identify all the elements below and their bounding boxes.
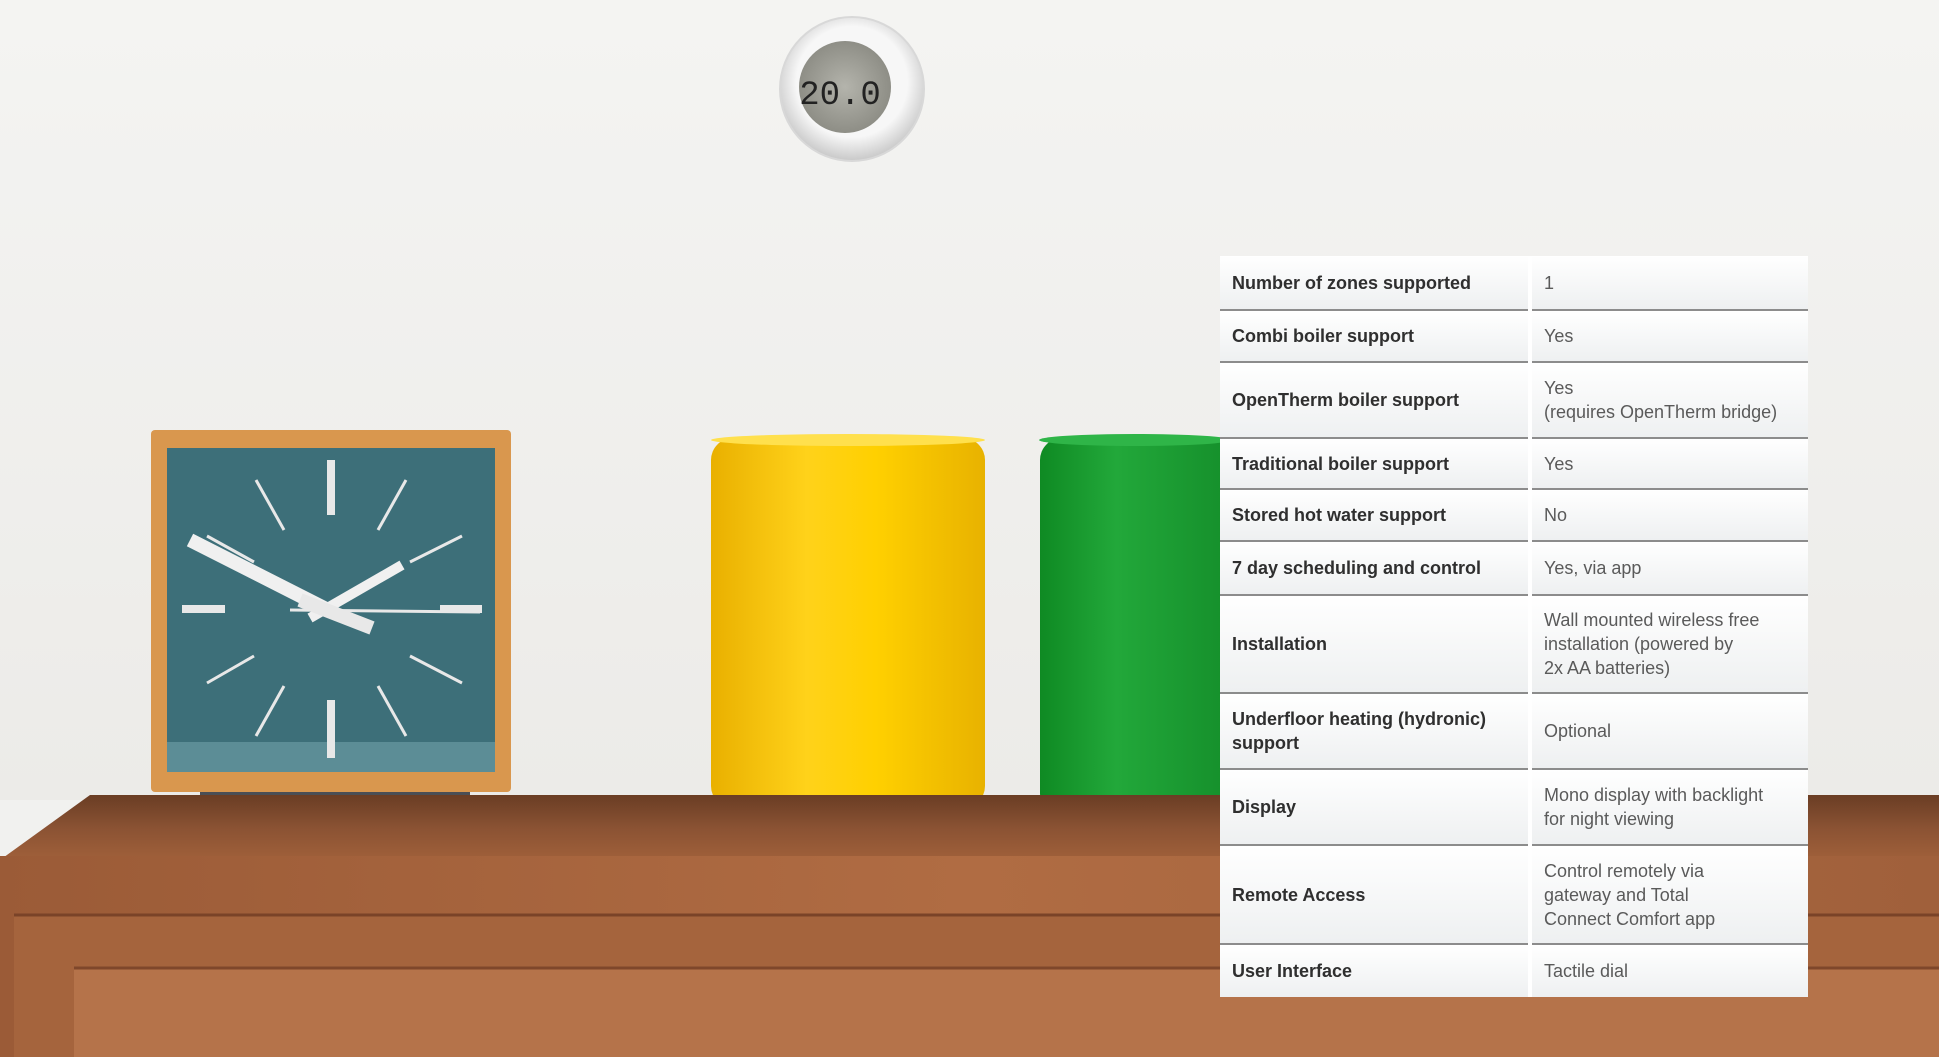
spec-label: Combi boiler support xyxy=(1220,310,1532,363)
spec-value: Tactile dial xyxy=(1530,944,1808,997)
table-row: Number of zones supported 1 xyxy=(1220,256,1808,311)
spec-value: Wall mounted wireless free installation … xyxy=(1530,595,1808,694)
table-row: Traditional boiler support Yes xyxy=(1220,438,1808,490)
spec-label: Traditional boiler support xyxy=(1220,438,1532,490)
table-row: OpenTherm boiler support Yes (requires O… xyxy=(1220,362,1808,439)
spec-value: No xyxy=(1530,489,1808,542)
spec-label: OpenTherm boiler support xyxy=(1220,362,1532,439)
thermostat-device: 20.0 xyxy=(779,16,925,162)
spec-value: Yes xyxy=(1530,438,1808,490)
table-row: Underfloor heating (hydronic) support Op… xyxy=(1220,693,1808,770)
spec-label: Stored hot water support xyxy=(1220,489,1532,542)
spec-label: User Interface xyxy=(1220,944,1532,997)
spec-label: Underfloor heating (hydronic) support xyxy=(1220,693,1532,770)
table-row: Combi boiler support Yes xyxy=(1220,310,1808,363)
spec-value: Yes, via app xyxy=(1530,541,1808,596)
yellow-cylinder xyxy=(711,434,985,808)
table-row: Remote Access Control remotely via gatew… xyxy=(1220,845,1808,945)
table-row: Stored hot water support No xyxy=(1220,489,1808,542)
spec-value: Optional xyxy=(1530,693,1808,770)
table-row: 7 day scheduling and control Yes, via ap… xyxy=(1220,541,1808,596)
spec-value: Yes xyxy=(1530,310,1808,363)
spec-label: Installation xyxy=(1220,595,1532,694)
spec-label: Remote Access xyxy=(1220,845,1532,945)
spec-label: Display xyxy=(1220,769,1532,846)
spec-value: Yes (requires OpenTherm bridge) xyxy=(1530,362,1808,439)
spec-table: Number of zones supported 1 Combi boiler… xyxy=(1220,256,1808,997)
table-row: Installation Wall mounted wireless free … xyxy=(1220,595,1808,694)
thermostat-display-reading: 20.0 xyxy=(799,77,881,115)
green-cylinder xyxy=(1039,434,1231,816)
desk-clock xyxy=(151,430,511,818)
spec-label: 7 day scheduling and control xyxy=(1220,541,1532,596)
table-row: User Interface Tactile dial xyxy=(1220,944,1808,997)
table-row: Display Mono display with backlight for … xyxy=(1220,769,1808,846)
spec-value: 1 xyxy=(1530,256,1808,311)
spec-value: Mono display with backlight for night vi… xyxy=(1530,769,1808,846)
spec-value: Control remotely via gateway and Total C… xyxy=(1530,845,1808,945)
spec-label: Number of zones supported xyxy=(1220,256,1532,311)
